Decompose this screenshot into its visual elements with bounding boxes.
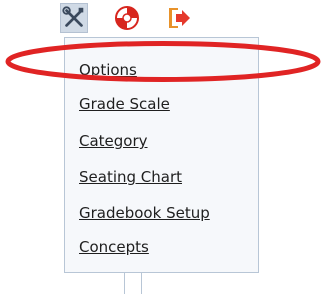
settings-button[interactable] (60, 3, 88, 33)
menu-item-concepts[interactable]: Concepts (79, 238, 149, 256)
menu-connector-left (124, 273, 125, 294)
menu-connector-right (141, 273, 142, 294)
help-button[interactable] (113, 3, 141, 33)
menu-item-grade-scale[interactable]: Grade Scale (79, 95, 170, 113)
menu-item-category[interactable]: Category (79, 132, 148, 150)
menu-item-seating-chart[interactable]: Seating Chart (79, 168, 182, 186)
exit-icon (169, 8, 190, 28)
toolbar (54, 0, 214, 36)
menu-item-options[interactable]: Options (79, 61, 137, 79)
exit-button[interactable] (165, 3, 193, 33)
settings-icon (62, 6, 84, 27)
dropdown-menu: Options Grade Scale Category Seating Cha… (64, 37, 259, 273)
menu-item-gradebook-setup[interactable]: Gradebook Setup (79, 204, 210, 222)
help-lifebuoy-icon (115, 6, 139, 30)
